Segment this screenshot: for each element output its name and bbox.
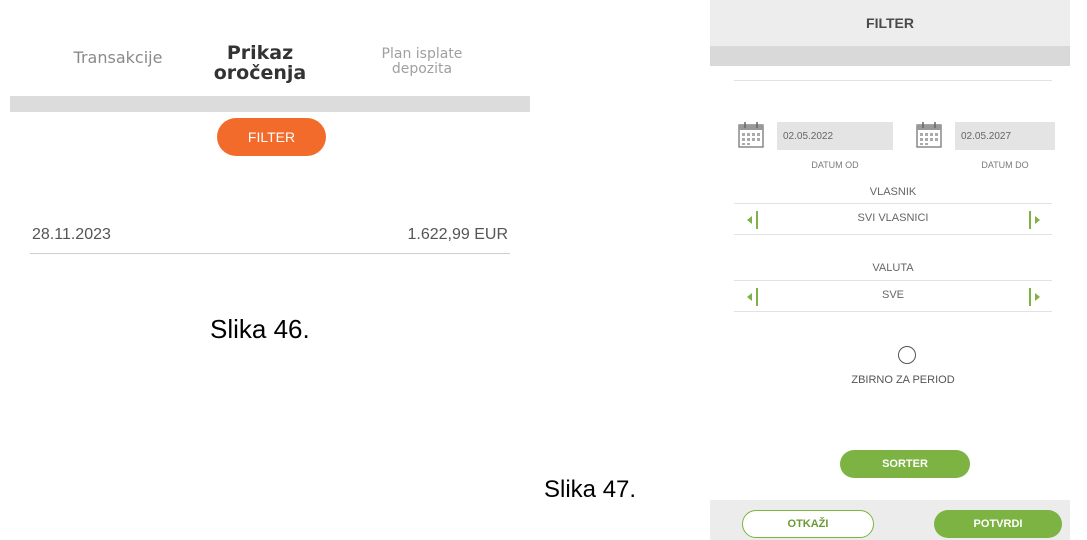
divider [1028,211,1031,229]
sorter-button[interactable]: SORTER [840,450,970,478]
date-to-field[interactable]: 02.05.2027 [955,122,1055,150]
owner-label: VLASNIK [869,186,917,198]
chevron-left-icon [746,216,752,224]
divider [734,80,1052,81]
divider [1028,288,1031,306]
row-amount: 1.622,99 EUR [407,226,508,243]
row-date: 28.11.2023 [32,226,111,243]
filter-panel: FILTER 02.05.2022 DATUM OD 02.05.2027 DA… [710,0,1070,540]
tab-plan-isplate-depozita[interactable]: Plan isplate depozita [362,47,482,76]
owner-next-button[interactable] [1024,210,1044,230]
calendar-icon[interactable] [914,120,944,150]
panel-title: FILTER [710,0,1070,46]
owner-selector: SVI VLASNICI [734,203,1052,235]
filter-button[interactable]: FILTER [217,118,326,156]
chevron-right-icon [1034,216,1040,224]
tab-label: Plan isplate [381,46,463,62]
cancel-button[interactable]: OTKAŽI [742,510,874,538]
tab-transakcije[interactable]: Transakcije [48,48,188,67]
currency-next-button[interactable] [1024,287,1044,307]
calendar-icon[interactable] [736,120,766,150]
tab-label: Transakcije [73,48,163,67]
divider [755,211,758,229]
chevron-left-icon [746,293,752,301]
header-subbar [710,46,1070,66]
confirm-button[interactable]: POTVRDI [934,510,1062,538]
summary-label: ZBIRNO ZA PERIOD [851,374,955,386]
currency-prev-button[interactable] [742,287,762,307]
figure-caption: Slika 46. [210,314,310,344]
owner-value: SVI VLASNICI [857,212,929,224]
currency-label: VALUTA [872,262,914,274]
divider [755,288,758,306]
tab-label: depozita [391,60,453,77]
date-from-field[interactable]: 02.05.2022 [777,122,893,150]
list-item[interactable]: 28.11.2023 1.622,99 EUR [30,222,510,254]
currency-value: SVE [881,289,904,301]
tab-label: oročenja [213,61,307,84]
date-to-label: DATUM DO [981,160,1029,170]
date-from-label: DATUM OD [811,160,859,170]
chevron-right-icon [1034,293,1040,301]
tab-prikaz-orocenja[interactable]: Prikaz oročenja [205,42,315,84]
tab-divider-bar [10,96,530,112]
figure-caption: Slika 47. [544,476,637,503]
tab-label: Prikaz [226,42,294,64]
currency-selector: SVE [734,280,1052,312]
summary-radio[interactable] [898,346,916,364]
owner-prev-button[interactable] [742,210,762,230]
